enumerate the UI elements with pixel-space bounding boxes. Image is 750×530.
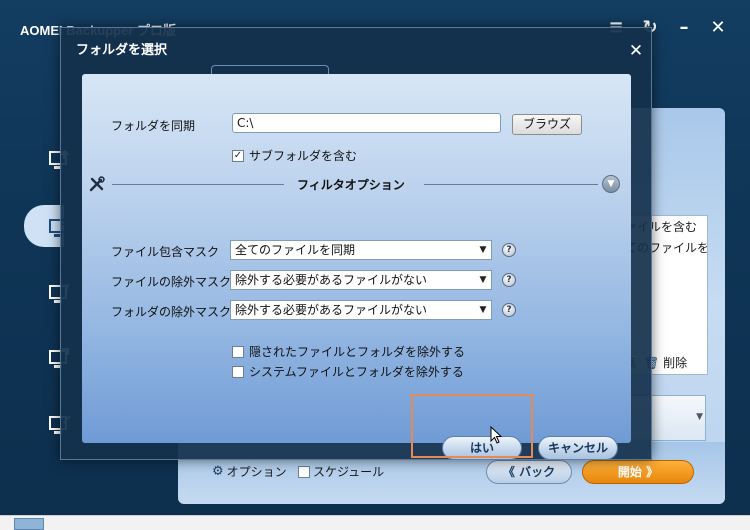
click-highlight-box [411,394,533,458]
exclude-system-checkbox[interactable]: システムファイルとフォルダを除外する [232,363,464,380]
taskbar [0,515,750,530]
exclude-hidden-box[interactable] [232,345,244,358]
exclude-folder-label: フォルダの除外マスク [111,305,232,319]
gear-icon: ⚙ [212,464,224,479]
exclude-file-label: ファイルの除外マスク [111,275,232,289]
wrench-icon [89,176,105,192]
back-button[interactable]: 《 バック [486,460,572,484]
include-mask-dropdown[interactable]: 全てのファイルを同期 ▼ [230,240,492,260]
include-subfolders-label: サブフォルダを含む [249,149,358,163]
minimize-icon[interactable]: – [674,18,694,38]
help-icon[interactable]: ? [502,243,516,257]
schedule-label: スケジュール [313,465,385,479]
chevron-down-icon: ▼ [479,245,487,255]
include-mask-label: ファイル包含マスク [111,245,220,259]
include-mask-value: 全てのファイルを同期 [235,243,356,257]
exclude-file-dropdown[interactable]: 除外する必要があるファイルがない ▼ [230,270,492,290]
schedule-checkbox[interactable]: スケジュール [298,463,384,480]
help-icon[interactable]: ? [502,273,516,287]
exclude-file-value: 除外する必要があるファイルがない [235,273,428,287]
delete-label: 削除 [663,356,688,370]
exclude-system-box[interactable] [232,365,244,378]
exclude-hidden-checkbox[interactable]: 隠されたファイルとフォルダを除外する [232,343,465,360]
mouse-cursor-icon [490,426,503,444]
cancel-button[interactable]: キャンセル [538,436,618,460]
dialog-title: フォルダを選択 [76,43,168,58]
separator-right [424,184,598,185]
chevron-down-icon: ▼ [696,412,703,422]
select-folder-dialog: フォルダを選択 ✕ フォルダを同期 C:\ ブラウズ ✓ サブフォルダを含む フ… [60,27,652,460]
close-icon[interactable]: ✕ [708,18,728,38]
help-icon[interactable]: ? [502,303,516,317]
browse-button[interactable]: ブラウズ [512,114,582,135]
include-subfolders-box[interactable]: ✓ [232,149,244,162]
sync-folder-label: フォルダを同期 [111,119,196,133]
chevron-down-icon: ▼ [479,275,487,285]
options-link[interactable]: ⚙ オプション [212,463,287,480]
sync-folder-input[interactable]: C:\ [232,113,501,133]
include-subfolders-checkbox[interactable]: ✓ サブフォルダを含む [232,147,357,164]
close-icon[interactable]: ✕ [627,42,645,60]
exclude-folder-dropdown[interactable]: 除外する必要があるファイルがない ▼ [230,300,492,320]
filter-options-title: フィルタオプション [297,178,405,192]
start-button[interactable]: 開始 》 [582,460,694,484]
collapse-icon[interactable]: ▼ [602,175,620,193]
chevron-down-icon: ▼ [479,305,487,315]
schedule-checkbox-box[interactable] [298,465,310,478]
exclude-hidden-label: 隠されたファイルとフォルダを除外する [249,345,466,359]
options-label: オプション [226,465,287,479]
exclude-folder-value: 除外する必要があるファイルがない [235,303,428,317]
dialog-body: フォルダを同期 C:\ ブラウズ ✓ サブフォルダを含む フィルタオプション ▼… [82,74,631,460]
separator-left [112,184,284,185]
exclude-system-label: システムファイルとフォルダを除外する [249,365,464,379]
taskbar-app-icon[interactable] [14,518,44,530]
